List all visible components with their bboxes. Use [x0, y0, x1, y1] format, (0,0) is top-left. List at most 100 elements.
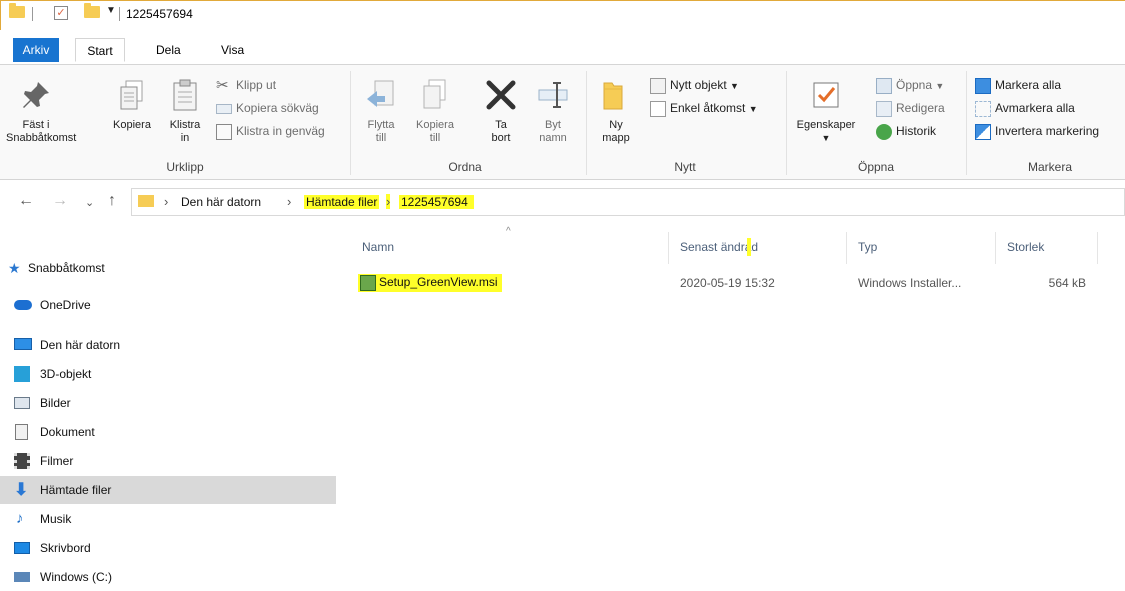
- file-name-cell[interactable]: Setup_GreenView.msi: [358, 274, 502, 292]
- rename-button[interactable]: Byt namn: [532, 77, 574, 145]
- file-modified: 2020-05-19 15:32: [680, 276, 775, 290]
- properties-button[interactable]: Egenskaper ▼: [788, 77, 864, 145]
- nav-item-pictures[interactable]: Bilder: [0, 389, 336, 417]
- nav-item-downloads[interactable]: ⬇ Hämtade filer: [0, 476, 336, 504]
- tab-dela[interactable]: Dela: [150, 38, 187, 62]
- tab-start[interactable]: Start: [75, 38, 125, 62]
- pictures-icon: [14, 397, 30, 409]
- group-separator: [586, 71, 587, 175]
- column-divider[interactable]: [1097, 232, 1098, 264]
- copy-button[interactable]: Kopiera: [104, 77, 160, 132]
- paste-shortcut-button[interactable]: Klistra in genväg: [216, 121, 325, 141]
- select-all-button[interactable]: Markera alla: [975, 75, 1061, 95]
- group-label-ordna: Ordna: [448, 160, 482, 174]
- download-icon: ⬇: [14, 480, 29, 499]
- nav-item-quick-access[interactable]: ★ Snabbåtkomst: [0, 254, 336, 282]
- group-separator: [966, 71, 967, 175]
- open-label: Öppna: [896, 78, 933, 92]
- open-icon: [876, 77, 892, 94]
- cloud-icon: [14, 300, 32, 310]
- new-folder-label: Ny mapp: [602, 119, 630, 144]
- history-icon: [876, 123, 892, 140]
- properties-checkmark-icon[interactable]: ✓: [54, 6, 68, 20]
- chevron-down-icon: ▼: [821, 133, 831, 143]
- nav-item-music[interactable]: ♪ Musik: [0, 505, 336, 533]
- column-header-name[interactable]: Namn: [362, 240, 394, 254]
- navigation-bar: ← → ⌄ ↑ › Den här datorn › Hämtade filer…: [0, 186, 1125, 220]
- nav-item-onedrive[interactable]: OneDrive: [0, 291, 336, 319]
- move-to-button[interactable]: Flytta till: [358, 77, 404, 145]
- nav-item-label: Skrivbord: [40, 541, 91, 555]
- edit-button[interactable]: Redigera: [876, 98, 945, 118]
- breadcrumb-this-pc[interactable]: Den här datorn: [181, 195, 261, 209]
- easy-access-label: Enkel åtkomst: [670, 101, 746, 115]
- nav-item-label: 3D-objekt: [40, 367, 92, 381]
- separator: [32, 7, 33, 21]
- chevron-down-icon: ▼: [935, 81, 945, 91]
- back-arrow-icon[interactable]: ←: [18, 192, 34, 210]
- breadcrumb-downloads[interactable]: Hämtade filer: [304, 195, 380, 209]
- properties-checkmark-icon: [813, 82, 839, 108]
- new-item-icon: [650, 77, 666, 94]
- file-row[interactable]: Setup_GreenView.msi 2020-05-19 15:32 Win…: [355, 268, 1100, 298]
- nav-item-label: Dokument: [40, 425, 95, 439]
- nav-item-3d-objects[interactable]: 3D-objekt: [0, 360, 336, 388]
- open-button[interactable]: Öppna ▼: [876, 75, 944, 95]
- customize-toolbar-dropdown-icon[interactable]: ▼: [106, 5, 116, 16]
- delete-button[interactable]: Ta bort: [478, 77, 524, 145]
- column-divider[interactable]: [995, 232, 996, 264]
- nav-item-desktop[interactable]: Skrivbord: [0, 534, 336, 562]
- column-header-size[interactable]: Storlek: [1007, 240, 1044, 254]
- select-none-button[interactable]: Avmarkera alla: [975, 98, 1075, 118]
- column-header-type[interactable]: Typ: [858, 240, 877, 254]
- new-folder-quick-icon[interactable]: [84, 3, 100, 18]
- delete-label: Ta bort: [491, 119, 511, 144]
- title-bar: ✓ ▼ 1225457694: [0, 0, 1125, 30]
- pin-quick-access-button[interactable]: Fäst i Snabbåtkomst: [6, 77, 76, 145]
- group-label-urklipp: Urklipp: [166, 160, 204, 174]
- chevron-down-icon: ▼: [748, 104, 758, 114]
- column-divider[interactable]: [846, 232, 847, 264]
- easy-access-button[interactable]: Enkel åtkomst ▼: [650, 98, 758, 118]
- nav-item-label: Filmer: [40, 454, 74, 468]
- breadcrumb-current-folder[interactable]: 1225457694: [399, 195, 474, 209]
- window-title: 1225457694: [126, 7, 193, 21]
- paste-button[interactable]: Klistra in: [162, 77, 208, 145]
- nav-item-this-pc[interactable]: Den här datorn: [0, 331, 336, 359]
- invert-selection-button[interactable]: Invertera markering: [975, 121, 1099, 141]
- up-arrow-icon[interactable]: ↑: [108, 192, 116, 210]
- breadcrumb-separator-icon: ›: [386, 194, 391, 209]
- recent-locations-chevron-icon[interactable]: ⌄: [85, 196, 94, 209]
- group-label-oppna: Öppna: [857, 160, 895, 174]
- address-bar[interactable]: › Den här datorn › Hämtade filer › 12254…: [131, 188, 1125, 216]
- nav-item-windows-drive[interactable]: Windows (C:): [0, 563, 336, 591]
- rename-icon: [538, 82, 568, 108]
- sort-ascending-icon: ^: [506, 226, 511, 237]
- invert-selection-icon: [975, 123, 991, 140]
- new-item-button[interactable]: Nytt objekt ▼: [650, 75, 739, 95]
- history-button[interactable]: Historik: [876, 121, 936, 141]
- tab-arkiv[interactable]: Arkiv: [13, 38, 59, 62]
- film-icon: [14, 453, 30, 469]
- tab-visa[interactable]: Visa: [215, 38, 250, 62]
- copy-to-button[interactable]: Kopiera till: [412, 77, 458, 145]
- nav-item-label: Hämtade filer: [40, 483, 112, 497]
- properties-label: Egenskaper: [796, 119, 856, 131]
- nav-item-videos[interactable]: Filmer: [0, 447, 336, 475]
- nav-item-documents[interactable]: Dokument: [0, 418, 336, 446]
- chevron-down-icon: ▼: [730, 81, 739, 91]
- cut-button[interactable]: ✂ Klipp ut: [216, 75, 276, 95]
- forward-arrow-icon[interactable]: →: [52, 192, 68, 210]
- nav-item-label: Windows (C:): [40, 570, 113, 584]
- clipboard-icon: [173, 79, 197, 111]
- scissors-icon: ✂: [216, 76, 229, 94]
- copy-to-icon: [423, 79, 446, 109]
- new-folder-button[interactable]: Ny mapp: [596, 77, 636, 145]
- new-folder-icon: [603, 82, 623, 110]
- move-to-label: Flytta till: [367, 119, 395, 144]
- copy-path-button[interactable]: Kopiera sökväg: [216, 98, 319, 118]
- nav-item-label: OneDrive: [40, 298, 91, 312]
- column-divider[interactable]: [668, 232, 669, 264]
- paste-label: Klistra in: [169, 119, 201, 144]
- pin-icon: [23, 82, 49, 108]
